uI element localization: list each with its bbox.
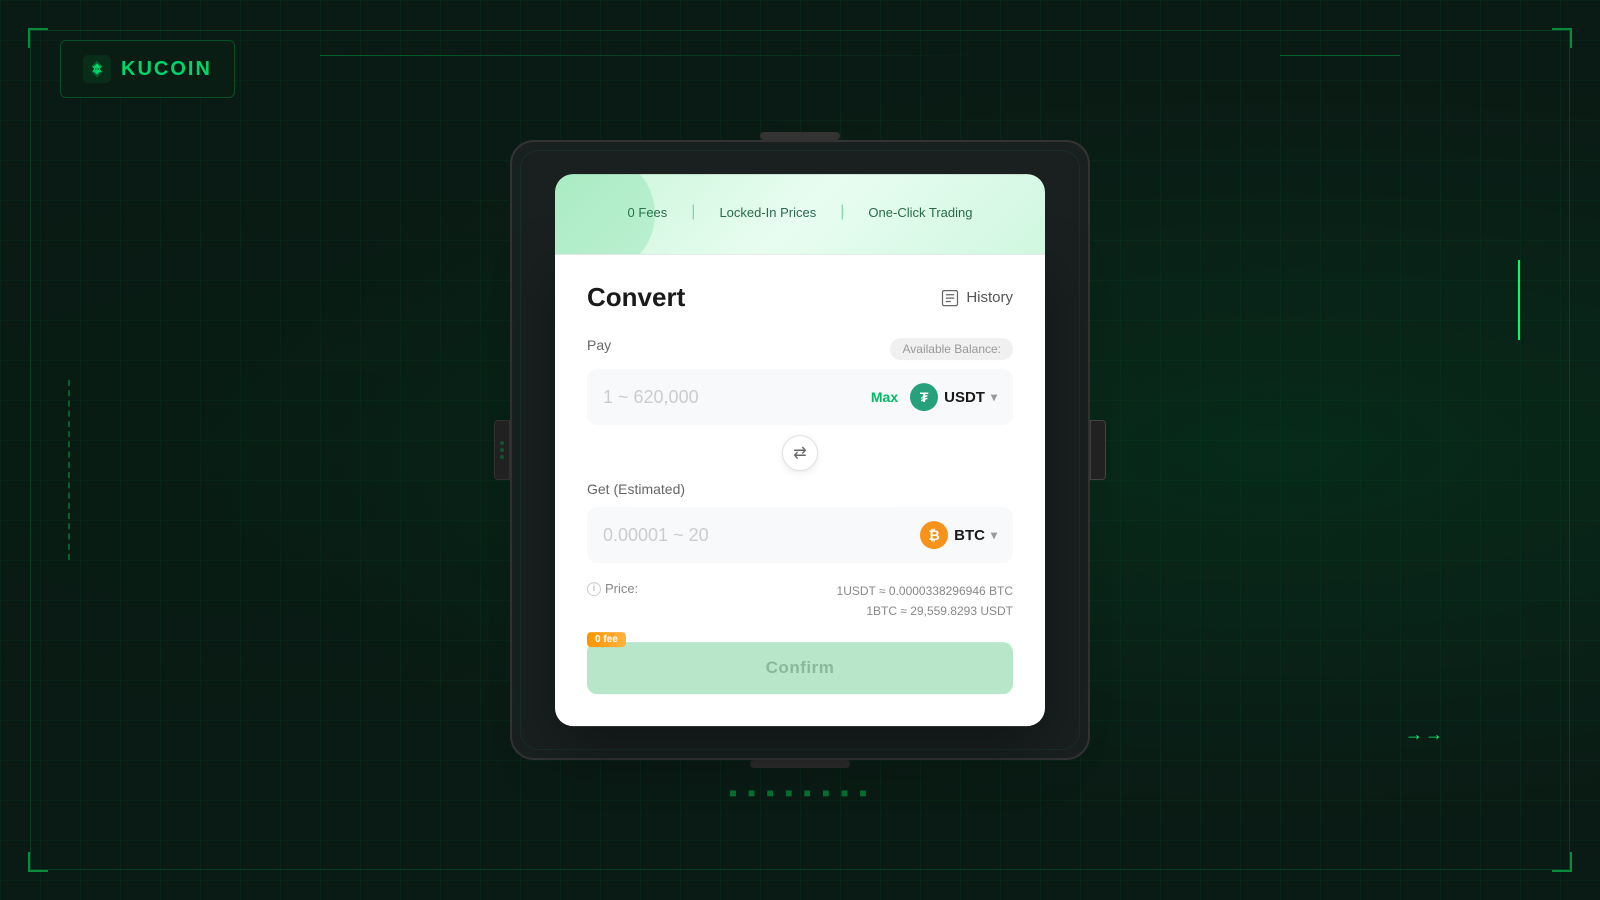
pay-amount-placeholder: 1 ~ 620,000 — [603, 387, 871, 408]
pay-section: Pay Available Balance: 1 ~ 620,000 Max ₮… — [587, 337, 1013, 425]
get-currency-selector[interactable]: ₿ BTC ▾ — [920, 521, 997, 549]
max-button[interactable]: Max — [871, 389, 898, 405]
history-icon — [940, 288, 960, 308]
get-amount-placeholder: 0.00001 ~ 20 — [603, 525, 920, 546]
banner-item-trading: One-Click Trading — [868, 205, 972, 220]
price-values: 1USDT ≈ 0.0000338296946 BTC 1BTC ≈ 29,55… — [837, 581, 1013, 622]
available-balance-label: Available Balance: — [902, 342, 1001, 356]
banner-item-prices: Locked-In Prices — [719, 205, 816, 220]
usdt-icon: ₮ — [910, 383, 938, 411]
kucoin-logo-icon — [83, 55, 111, 83]
price-line-1: 1USDT ≈ 0.0000338296946 BTC — [837, 581, 1013, 601]
swap-section: ⇄ — [587, 435, 1013, 471]
logo-text: KUCOIN — [121, 58, 212, 81]
logo-box: KUCOIN — [60, 40, 235, 98]
price-label: i Price: — [587, 581, 638, 596]
pay-input-row: 1 ~ 620,000 Max ₮ USDT ▾ — [587, 369, 1013, 425]
frame-top-bar — [760, 132, 840, 140]
available-balance-badge: Available Balance: — [890, 338, 1013, 360]
pay-currency-selector[interactable]: ₮ USDT ▾ — [910, 383, 997, 411]
price-line-2: 1BTC ≈ 29,559.8293 USDT — [837, 602, 1013, 622]
swap-button[interactable]: ⇄ — [782, 435, 818, 471]
zero-fee-badge: 0 fee — [587, 632, 626, 647]
get-currency-label: BTC — [954, 527, 985, 544]
frame-left-panel — [494, 420, 510, 480]
get-label: Get (Estimated) — [587, 481, 685, 497]
deco-dots: ■ ■ ■ ■ ■ ■ ■ ■ — [729, 786, 870, 800]
deco-arrows: →→ — [1405, 724, 1445, 745]
pay-currency-chevron: ▾ — [991, 390, 997, 404]
banner-item-fees: 0 Fees — [628, 205, 668, 220]
swap-icon: ⇄ — [793, 443, 806, 463]
banner-divider-1: | — [691, 203, 695, 221]
convert-card: Convert History Pay Available Balance: — [555, 254, 1045, 726]
convert-title: Convert — [587, 282, 685, 313]
get-section: Get (Estimated) 0.00001 ~ 20 ₿ BTC ▾ — [587, 481, 1013, 563]
deco-vert-right — [1518, 260, 1520, 340]
deco-line-right — [1280, 55, 1400, 56]
deco-line-top — [320, 55, 1000, 56]
history-button[interactable]: History — [940, 288, 1013, 308]
confirm-section: 0 fee Confirm — [587, 642, 1013, 694]
pay-label: Pay — [587, 337, 611, 353]
get-currency-chevron: ▾ — [991, 528, 997, 542]
get-input-row: 0.00001 ~ 20 ₿ BTC ▾ — [587, 507, 1013, 563]
history-label: History — [966, 289, 1013, 306]
frame-bottom-bar — [750, 760, 850, 768]
deco-vert-left — [68, 380, 70, 560]
card-header: Convert History — [587, 282, 1013, 313]
top-banner: 0 Fees | Locked-In Prices | One-Click Tr… — [555, 174, 1045, 254]
banner-divider-2: | — [840, 203, 844, 221]
frame-right-panel — [1090, 420, 1106, 480]
btc-icon: ₿ — [920, 521, 948, 549]
convert-dialog: 0 Fees | Locked-In Prices | One-Click Tr… — [555, 174, 1045, 726]
confirm-button[interactable]: Confirm — [587, 642, 1013, 694]
price-section: i Price: 1USDT ≈ 0.0000338296946 BTC 1BT… — [587, 581, 1013, 622]
price-info-icon: i — [587, 582, 601, 596]
pay-currency-label: USDT — [944, 389, 985, 406]
